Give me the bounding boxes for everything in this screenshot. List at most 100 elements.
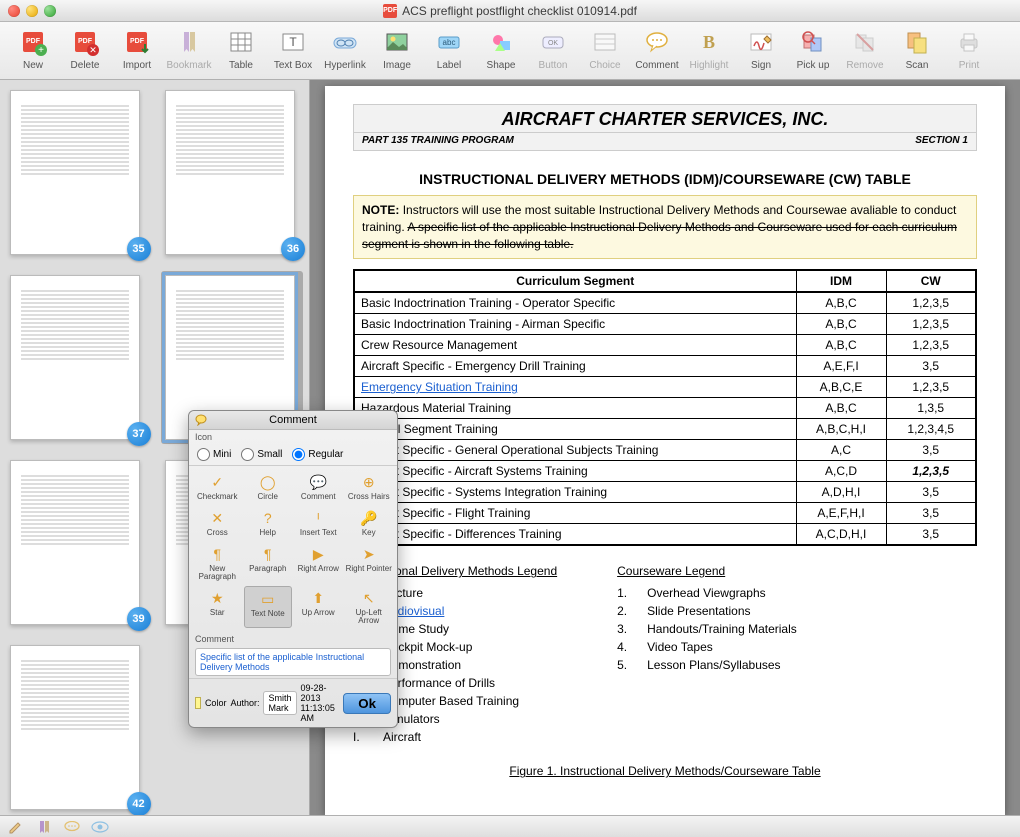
toolbar-shape-button[interactable]: Shape: [476, 26, 526, 71]
thumbnail-page-36[interactable]: 36: [165, 90, 300, 255]
comment-bar-icon[interactable]: [62, 819, 82, 835]
cell-segment: Special Segment Training: [354, 419, 796, 440]
toolbar-import-button[interactable]: PDFImport: [112, 26, 162, 71]
cell-idm: A,E,F,H,I: [796, 503, 886, 524]
ok-button[interactable]: Ok: [343, 693, 391, 714]
comment-popup[interactable]: Comment Icon Mini Small Regular ✓Checkma…: [188, 410, 398, 728]
toolbar-image-button[interactable]: Image: [372, 26, 422, 71]
popup-section-icon-label: Icon: [189, 430, 397, 444]
timestamp: 09-28-2013 11:13:05 AM: [301, 683, 340, 723]
icon-option-label: Star: [210, 609, 225, 617]
bottom-bar: [0, 815, 1020, 837]
toolbar-table-button[interactable]: Table: [216, 26, 266, 71]
toolbar-label: Shape: [487, 60, 516, 71]
toolbar-scan-button[interactable]: Scan: [892, 26, 942, 71]
cell-idm: A,B,C,H,I: [796, 419, 886, 440]
right-pointer-icon: ➤: [360, 545, 378, 563]
thumbnail-page-42[interactable]: 42: [10, 645, 145, 810]
toolbar-delete-button[interactable]: PDF✕Delete: [60, 26, 110, 71]
svg-text:+: +: [38, 45, 44, 56]
cw-legend-title: Courseware Legend: [617, 564, 797, 578]
toolbar-sign-button[interactable]: Sign: [736, 26, 786, 71]
icon-option-up-arrow[interactable]: ⬆Up Arrow: [294, 586, 343, 628]
cell-idm: A,B,C: [796, 335, 886, 356]
thumbnail-page-37[interactable]: 37: [10, 275, 145, 440]
icon-option-paragraph[interactable]: ¶Paragraph: [244, 542, 293, 584]
toolbar-hyperlink-button[interactable]: Hyperlink: [320, 26, 370, 71]
icon-option-up-left-arrow[interactable]: ↖Up-Left Arrow: [345, 586, 394, 628]
cell-idm: A,B,C: [796, 314, 886, 335]
eye-icon[interactable]: [90, 819, 110, 835]
doc-company-title: AIRCRAFT CHARTER SERVICES, INC.: [353, 104, 977, 133]
icon-option-comment[interactable]: 💬Comment: [294, 470, 343, 504]
toolbar-bookmark-button[interactable]: Bookmark: [164, 26, 214, 71]
icon-option-star[interactable]: ★Star: [193, 586, 242, 628]
cell-segment: Basic Indoctrination Training - Operator…: [354, 292, 796, 314]
pencil-icon[interactable]: [6, 819, 26, 835]
icon-option-checkmark[interactable]: ✓Checkmark: [193, 470, 242, 504]
table-row: Aircraft Specific - Aircraft Systems Tra…: [354, 461, 976, 482]
size-radio-small[interactable]: Small: [241, 448, 282, 461]
pdf-import-icon: PDF: [121, 26, 153, 58]
toolbar-text-box-button[interactable]: TText Box: [268, 26, 318, 71]
cell-cw: 3,5: [886, 356, 976, 377]
th-cw: CW: [886, 270, 976, 292]
cell-segment: Aircraft Specific - General Operational …: [354, 440, 796, 461]
textbox-icon: T: [277, 26, 309, 58]
thumbnail-page-39[interactable]: 39: [10, 460, 145, 625]
toolbar-label: Sign: [751, 60, 771, 71]
size-radio-regular[interactable]: Regular: [292, 448, 343, 461]
toolbar-label-button[interactable]: abcLabel: [424, 26, 474, 71]
cell-cw: 3,5: [886, 482, 976, 503]
icon-option-help[interactable]: ?Help: [244, 506, 293, 540]
author-field[interactable]: Smith Mark: [263, 691, 296, 715]
pdf-new-icon: PDF+: [17, 26, 49, 58]
comment-text-field[interactable]: Specific list of the applicable Instruct…: [195, 648, 391, 676]
toolbar-comment-button[interactable]: Comment: [632, 26, 682, 71]
icon-option-circle[interactable]: ◯Circle: [244, 470, 293, 504]
toolbar-label: Remove: [846, 60, 883, 71]
note-label: NOTE:: [362, 203, 399, 217]
cell-idm: A,E,F,I: [796, 356, 886, 377]
icon-option-cross-hairs[interactable]: ⊕Cross Hairs: [345, 470, 394, 504]
color-swatch[interactable]: [195, 697, 201, 709]
toolbar-remove-button[interactable]: Remove: [840, 26, 890, 71]
icon-option-key[interactable]: 🔑Key: [345, 506, 394, 540]
popup-header[interactable]: Comment: [189, 411, 397, 430]
table-row: Emergency Situation TrainingA,B,C,E1,2,3…: [354, 377, 976, 398]
icon-option-cross[interactable]: ✕Cross: [193, 506, 242, 540]
icon-option-label: Right Pointer: [346, 565, 392, 573]
icon-option-label: Text Note: [251, 610, 285, 618]
table-row: Special Segment TrainingA,B,C,H,I1,2,3,4…: [354, 419, 976, 440]
page-badge: 39: [127, 607, 151, 631]
icon-option-new-paragraph[interactable]: ¶New Paragraph: [193, 542, 242, 584]
toolbar-button-button[interactable]: OKButton: [528, 26, 578, 71]
remove-icon: [849, 26, 881, 58]
icon-option-insert-text[interactable]: ᴵInsert Text: [294, 506, 343, 540]
table-row: Crew Resource ManagementA,B,C1,2,3,5: [354, 335, 976, 356]
table-icon: [225, 26, 257, 58]
toolbar-new-button[interactable]: PDF+New: [8, 26, 58, 71]
cell-cw: 3,5: [886, 524, 976, 546]
icon-option-right-arrow[interactable]: ▶Right Arrow: [294, 542, 343, 584]
right-arrow-icon: ▶: [309, 545, 327, 563]
icon-option-label: Up-Left Arrow: [345, 609, 394, 625]
comment-icon: 💬: [309, 473, 327, 491]
main-toolbar: PDF+NewPDF✕DeletePDFImportBookmarkTableT…: [0, 22, 1020, 80]
segment-link[interactable]: Emergency Situation Training: [361, 380, 518, 394]
highlight-icon: B: [693, 26, 725, 58]
toolbar-choice-button[interactable]: Choice: [580, 26, 630, 71]
icon-option-right-pointer[interactable]: ➤ Right Pointer: [345, 542, 394, 584]
document-viewport[interactable]: AIRCRAFT CHARTER SERVICES, INC. PART 135…: [310, 80, 1020, 815]
page-badge: 35: [127, 237, 151, 261]
toolbar-pick-up-button[interactable]: Pick up: [788, 26, 838, 71]
bookmark-bar-icon[interactable]: [34, 819, 54, 835]
pdf-delete-icon: PDF✕: [69, 26, 101, 58]
page-badge: 36: [281, 237, 305, 261]
size-radio-mini[interactable]: Mini: [197, 448, 231, 461]
toolbar-print-button[interactable]: Print: [944, 26, 994, 71]
icon-option-label: Up Arrow: [302, 609, 335, 617]
icon-option-text-note[interactable]: ▭Text Note: [244, 586, 293, 628]
thumbnail-page-35[interactable]: 35: [10, 90, 145, 255]
toolbar-highlight-button[interactable]: BHighlight: [684, 26, 734, 71]
